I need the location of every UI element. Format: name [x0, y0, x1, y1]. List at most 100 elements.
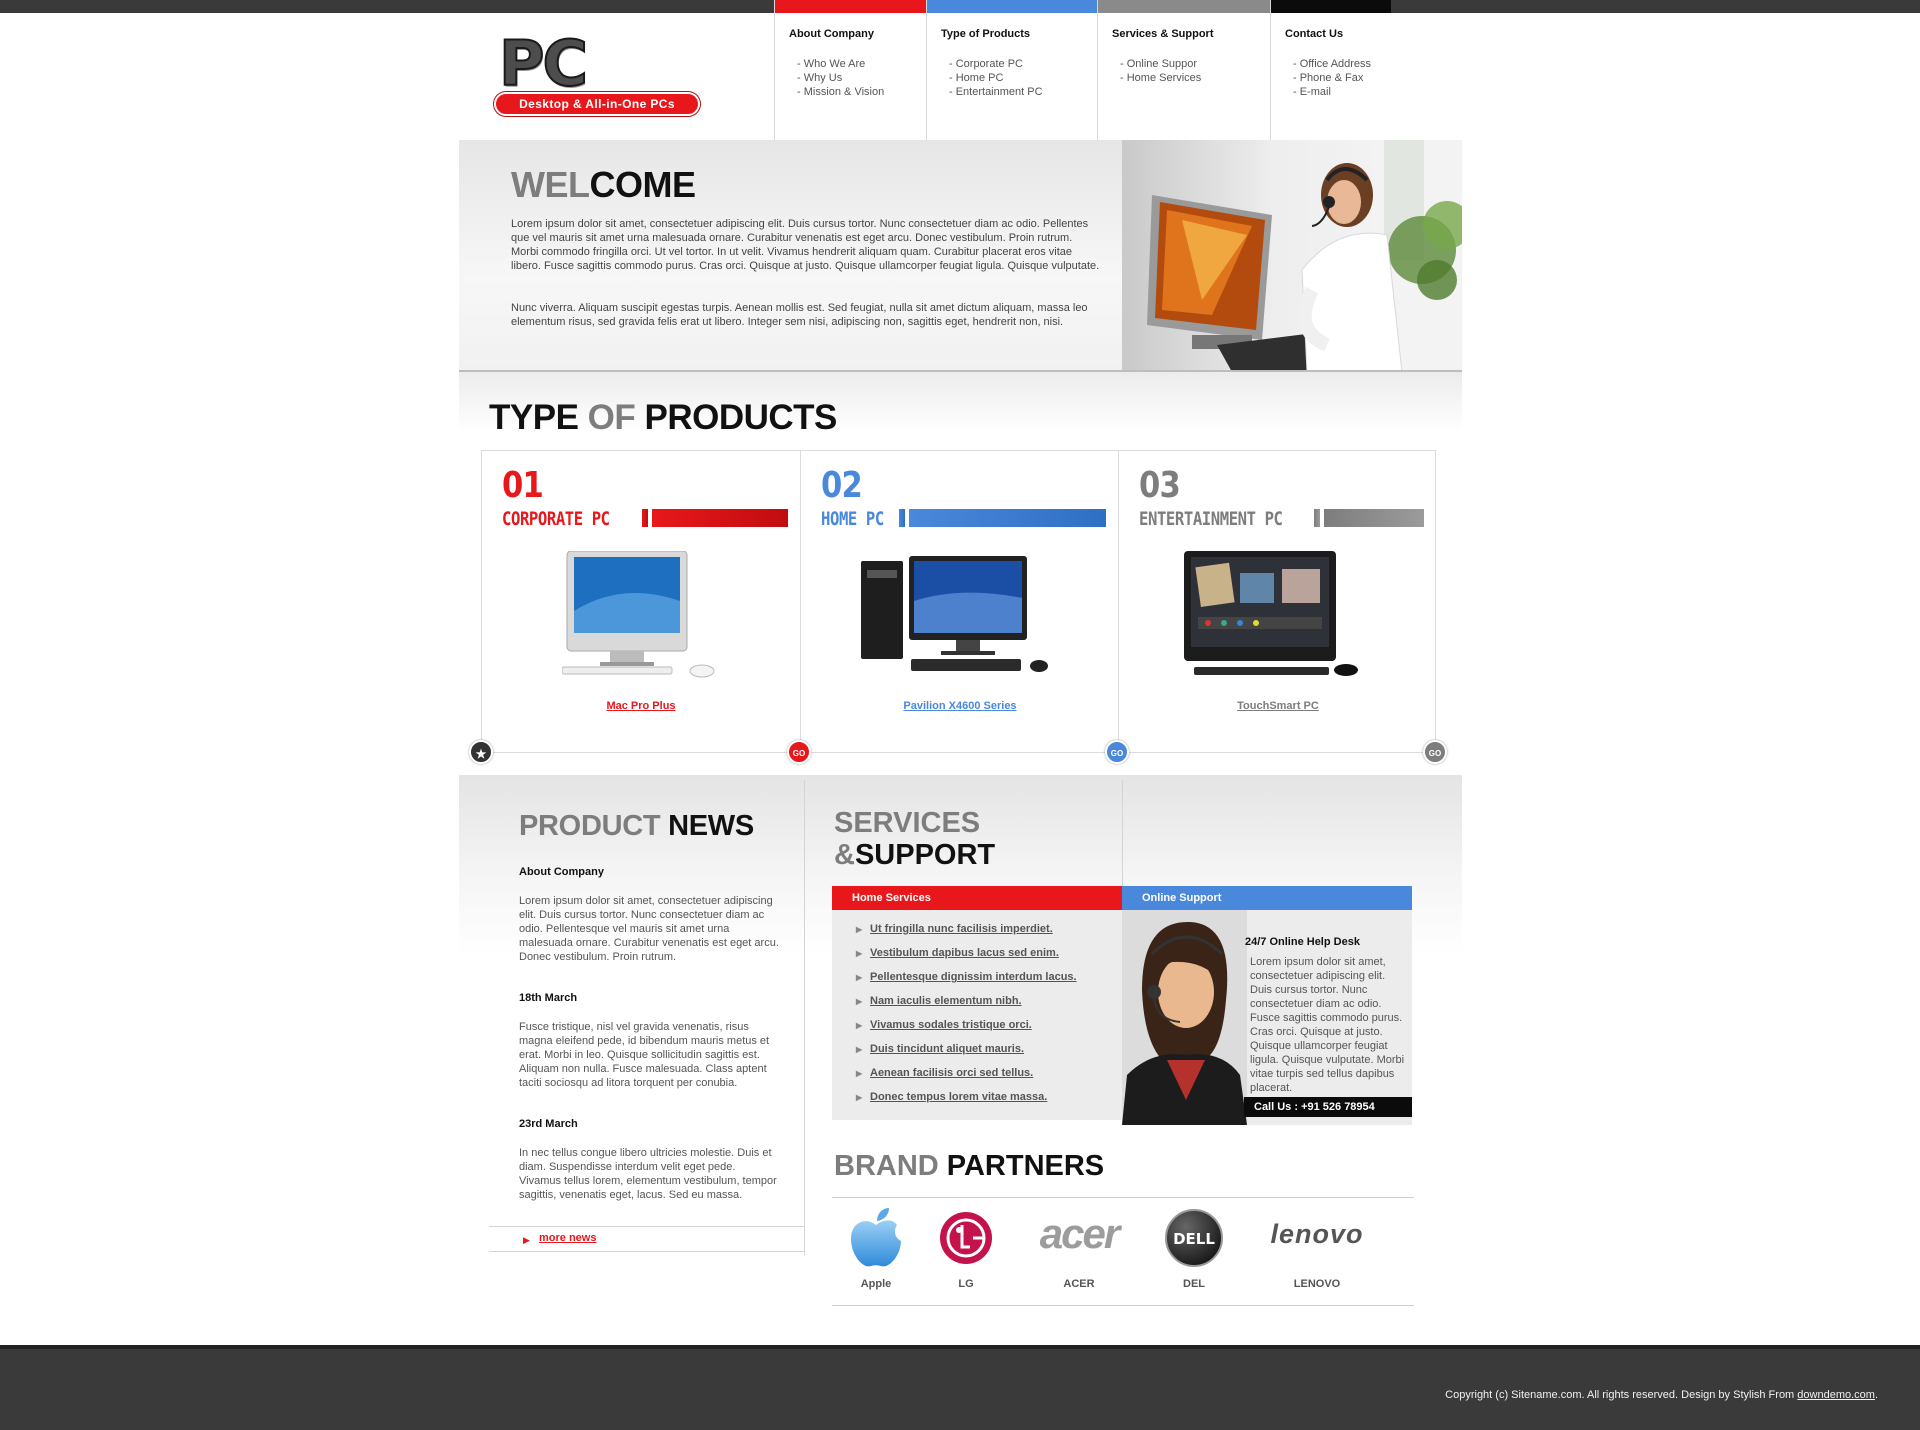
welcome-title-part: WEL: [511, 164, 590, 205]
nav-link[interactable]: - Online Suppor: [1120, 57, 1270, 71]
bullet-arrow-icon: ▶: [856, 997, 863, 1006]
news-divider: [489, 1251, 805, 1252]
nav-link[interactable]: - Who We Are: [797, 57, 926, 71]
site-logo[interactable]: PC Desktop & All-in-One PCs: [494, 32, 704, 120]
nav-color-bar: [927, 0, 1097, 13]
brand-name: LENOVO: [1293, 1278, 1341, 1290]
brand-dell[interactable]: DELL DEL: [1157, 1203, 1231, 1293]
welcome-paragraph: Nunc viverra. Aliquam suscipit egestas t…: [511, 302, 1088, 328]
nav-link[interactable]: - Office Address: [1293, 57, 1391, 71]
home-services-list: ▶ Ut fringilla nunc facilisis imperdiet. …: [832, 910, 1122, 1120]
bullet-arrow-icon: ▶: [856, 925, 863, 934]
bullet-arrow-icon: ▶: [856, 1045, 863, 1054]
nav-title[interactable]: About Company: [789, 28, 926, 40]
product-color-bar: [642, 509, 788, 527]
products-title-part: OF: [587, 398, 636, 437]
logo-tagline: Desktop & All-in-One PCs: [494, 92, 700, 116]
more-news-link[interactable]: more news: [539, 1232, 596, 1244]
brand-acer[interactable]: acer ACER: [1019, 1203, 1139, 1293]
bullet-arrow-icon: ▶: [856, 1069, 863, 1078]
nav-link[interactable]: - Corporate PC: [949, 57, 1097, 71]
service-link[interactable]: Vestibulum dapibus lacus sed enim.: [870, 947, 1059, 959]
nav-title[interactable]: Type of Products: [941, 28, 1097, 40]
page-container: PC Desktop & All-in-One PCs About Compan…: [459, 0, 1462, 1345]
list-item[interactable]: ▶ Donec tempus lorem vitae massa.: [856, 1085, 1122, 1109]
news-text: In nec tellus congue libero ultricies mo…: [519, 1147, 777, 1201]
list-item[interactable]: ▶ Vivamus sodales tristique orci.: [856, 1013, 1122, 1037]
service-link[interactable]: Duis tincidunt aliquet mauris.: [870, 1043, 1024, 1055]
lg-logo-icon: [940, 1212, 992, 1264]
nav-link[interactable]: - Entertainment PC: [949, 85, 1097, 99]
brands-title: BRAND PARTNERS: [834, 1150, 1104, 1183]
brands-bottom-divider: [832, 1305, 1414, 1306]
brands-title-part: BRAND: [834, 1150, 939, 1182]
service-link[interactable]: Vivamus sodales tristique orci.: [870, 1019, 1032, 1031]
nav-link[interactable]: - E-mail: [1293, 85, 1391, 99]
brand-apple[interactable]: Apple: [839, 1203, 913, 1293]
list-item[interactable]: ▶ Ut fringilla nunc facilisis imperdiet.: [856, 917, 1122, 941]
footer-link[interactable]: downdemo.com: [1797, 1389, 1875, 1401]
news-heading: 23rd March: [519, 1118, 578, 1130]
nav-services-support: Services & Support - Online Suppor - Hom…: [1097, 0, 1270, 140]
nav-title[interactable]: Services & Support: [1112, 28, 1270, 40]
brand-lenovo[interactable]: lenovo LENOVO: [1252, 1203, 1382, 1293]
nav-link[interactable]: - Why Us: [797, 71, 926, 85]
services-title-part: SUPPORT: [854, 839, 996, 871]
news-heading: About Company: [519, 866, 604, 878]
arrow-right-icon: ▶: [523, 1235, 530, 1245]
pavilion-desktop-image[interactable]: [861, 556, 1061, 681]
service-link[interactable]: Ut fringilla nunc facilisis imperdiet.: [870, 923, 1053, 935]
go-button-corporate[interactable]: GO: [787, 740, 811, 764]
brand-lg[interactable]: LG: [929, 1203, 1003, 1293]
list-item[interactable]: ▶ Vestibulum dapibus lacus sed enim.: [856, 941, 1122, 965]
product-category: CORPORATE PC: [502, 508, 610, 530]
product-link[interactable]: Pavilion X4600 Series: [801, 700, 1119, 712]
imac-image[interactable]: [562, 551, 732, 681]
product-cards: 01 CORPORATE PC Mac Pro Plus 02 HOME PC: [481, 450, 1436, 753]
service-link[interactable]: Pellentesque dignissim interdum lacus.: [870, 971, 1077, 983]
service-link[interactable]: Donec tempus lorem vitae massa.: [870, 1091, 1047, 1103]
nav-link[interactable]: - Mission & Vision: [797, 85, 926, 99]
product-card-home: 02 HOME PC Pavilion X4600 Series: [800, 451, 1118, 752]
acer-logo-icon: acer: [1039, 1210, 1120, 1257]
tab-home-services[interactable]: Home Services: [832, 886, 1122, 910]
call-us-phone[interactable]: Call Us : +91 526 78954: [1244, 1097, 1412, 1117]
news-title-part: PRODUCT: [519, 810, 661, 842]
list-item[interactable]: ▶ Aenean facilisis orci sed tellus.: [856, 1061, 1122, 1085]
nav-link[interactable]: - Home PC: [949, 71, 1097, 85]
touchsmart-image[interactable]: [1184, 551, 1369, 681]
product-link[interactable]: Mac Pro Plus: [482, 700, 800, 712]
product-link[interactable]: TouchSmart PC: [1119, 700, 1437, 712]
go-button-home[interactable]: GO: [1105, 740, 1129, 764]
nav-link[interactable]: - Phone & Fax: [1293, 71, 1391, 85]
list-item[interactable]: ▶ Duis tincidunt aliquet mauris.: [856, 1037, 1122, 1061]
product-category: ENTERTAINMENT PC: [1139, 508, 1283, 530]
go-button-entertainment[interactable]: GO: [1423, 740, 1447, 764]
dell-logo-text: DELL: [1173, 1230, 1215, 1248]
nav-link[interactable]: - Home Services: [1120, 71, 1270, 85]
product-color-bar: [899, 509, 1106, 527]
services-title-part: SERVICES: [834, 807, 981, 839]
list-item[interactable]: ▶ Pellentesque dignissim interdum lacus.: [856, 965, 1122, 989]
product-category: HOME PC: [821, 508, 884, 530]
products-title-part: PRODUCTS: [644, 398, 838, 437]
logo-wordmark: PC: [498, 27, 589, 100]
list-item[interactable]: ▶ Nam iaculis elementum nibh.: [856, 989, 1122, 1013]
nav-about-company: About Company - Who We Are - Why Us - Mi…: [774, 0, 926, 140]
nav-title[interactable]: Contact Us: [1285, 28, 1391, 40]
bullet-arrow-icon: ▶: [856, 1093, 863, 1102]
tab-online-support[interactable]: Online Support: [1122, 886, 1412, 910]
brands-title-part: PARTNERS: [946, 1150, 1105, 1182]
news-heading: 18th March: [519, 992, 578, 1004]
product-number: 03: [1139, 465, 1181, 506]
star-button[interactable]: ★: [469, 740, 493, 764]
product-number: 02: [821, 465, 863, 506]
news-text: Lorem ipsum dolor sit amet, consectetuer…: [519, 895, 779, 963]
brand-name: Apple: [860, 1278, 892, 1290]
copyright-end: .: [1874, 1389, 1878, 1401]
service-link[interactable]: Nam iaculis elementum nibh.: [870, 995, 1022, 1007]
nav-type-of-products: Type of Products - Corporate PC - Home P…: [926, 0, 1097, 140]
hero-illustration: [1147, 140, 1462, 370]
news-title: PRODUCT NEWS: [519, 810, 754, 843]
service-link[interactable]: Aenean facilisis orci sed tellus.: [870, 1067, 1033, 1079]
